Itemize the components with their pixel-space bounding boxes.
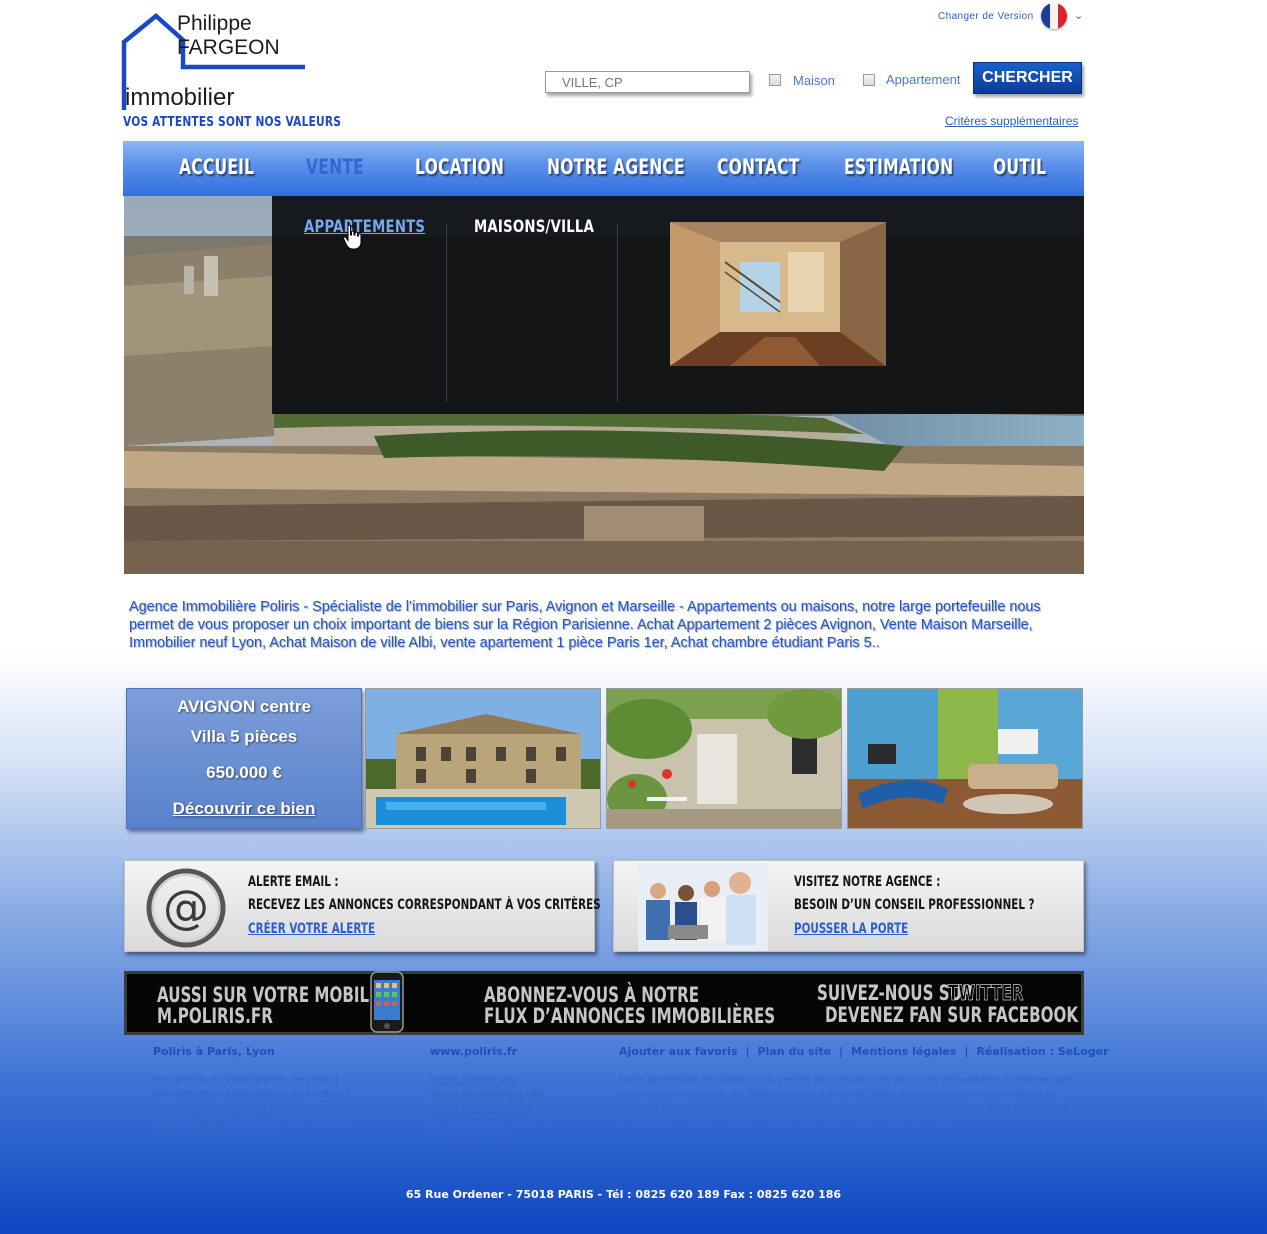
property-photo-living-room[interactable] <box>847 688 1083 829</box>
dropdown-appartements[interactable]: APPARTEMENTS <box>304 217 425 237</box>
dropdown-divider <box>446 224 447 402</box>
search-input[interactable] <box>545 71 750 93</box>
search-button[interactable]: CHERCHER <box>973 62 1082 94</box>
footer-link-line[interactable]: Nos annonces immobilières de location | <box>152 1087 355 1101</box>
footer-link-line[interactable]: Nos annonces immobilières de vente | <box>152 1073 355 1087</box>
footer-separator: | <box>745 1045 750 1058</box>
footer-utility-links: Ajouter aux favoris | Plan du site | Mention… <box>619 1045 1109 1058</box>
featured-type: Villa 5 pièces <box>190 727 298 746</box>
agency-text: BESOIN D’UN CONSEIL PROFESSIONNEL ? <box>794 897 1035 913</box>
nav-notre-agence[interactable]: NOTRE AGENCE <box>547 155 685 179</box>
change-version-link[interactable]: Changer de Version <box>938 11 1034 22</box>
logo-text-fargeon: FARGEON <box>177 36 280 59</box>
svg-text:@: @ <box>163 880 209 934</box>
nav-accueil[interactable]: ACCUEIL <box>179 155 254 179</box>
nav-vente[interactable]: VENTE <box>306 155 364 179</box>
hand-cursor-icon <box>342 224 362 250</box>
smartphone-icon <box>370 971 404 1033</box>
featured-property-card[interactable]: AVIGNON centre Villa 5 pièces 650.000 € … <box>126 688 362 829</box>
nav-contact[interactable]: CONTACT <box>717 155 800 179</box>
featured-price: 650.000 € <box>206 763 282 782</box>
footer-link-line[interactable]: Nos programmes neufs | Nos nouveautés <box>152 1101 355 1115</box>
twitter-logo-text: TWITTER <box>948 981 1024 1005</box>
chevron-down-icon[interactable]: ⌄ <box>1074 9 1083 22</box>
dropdown-divider <box>617 224 618 402</box>
criteria-link[interactable]: Critères supplémentaires <box>945 114 1078 128</box>
footer-link-achat-immobilier[interactable]: Achat immobilier ville <box>430 1101 549 1115</box>
footer-link-agence-immobiliere[interactable]: Agence immobiliere ville <box>430 1115 549 1129</box>
footer-link-vente-maison[interactable]: Vente maison ville <box>430 1073 549 1087</box>
footer-separator: | <box>964 1045 969 1058</box>
footer-separator: | <box>839 1045 844 1058</box>
footer-col2-list: Vente maison ville Vente appartement vil… <box>430 1073 549 1143</box>
featured-cta-link[interactable]: Découvrir ce bien <box>127 799 361 819</box>
dropdown-maisons-villa[interactable]: MAISONS/VILLA <box>474 217 594 237</box>
facebook-link[interactable]: DEVENEZ FAN SUR FACEBOOK <box>825 1005 1078 1026</box>
footer-link-vente-appartement[interactable]: Vente appartement ville <box>430 1087 549 1101</box>
banner-rss-line1: ABONNEZ-VOUS À NOTRE <box>484 983 700 1007</box>
featured-location: AVIGNON centre <box>177 697 311 716</box>
nav-location[interactable]: LOCATION <box>415 155 504 179</box>
footer-link-line[interactable]: Nous contacter | Nos outils <box>152 1129 355 1143</box>
footer-col1-title: Poliris à Paris, Lyon <box>153 1045 275 1058</box>
nav-estimation[interactable]: ESTIMATION <box>844 155 953 179</box>
footer-seo-text: Notre portefeuille immobilier vous perme… <box>619 1074 1074 1128</box>
business-team-photo <box>638 863 768 951</box>
banner-mobile-line1: AUSSI SUR VOTRE MOBILE <box>157 983 380 1007</box>
main-nav: ACCUEIL VENTE LOCATION NOTRE AGENCE CONT… <box>123 141 1084 196</box>
checkbox-appartement[interactable] <box>863 74 875 86</box>
footer-col2-title[interactable]: www.poliris.fr <box>430 1045 517 1058</box>
label-appartement[interactable]: Appartement <box>886 72 960 87</box>
footer-address: 65 Rue Ordener - 75018 PARIS - Tél : 082… <box>405 1188 842 1201</box>
footer-col1-list: Nos annonces immobilières de vente | Nos… <box>152 1073 355 1143</box>
nav-outil[interactable]: OUTIL <box>993 155 1046 179</box>
legal-mentions-link[interactable]: Mentions légales <box>851 1045 956 1058</box>
social-banner: AUSSI SUR VOTRE MOBILE M.POLIRIS.FR ABON… <box>124 971 1084 1035</box>
realisation-link[interactable]: Réalisation : SeLoger <box>976 1045 1108 1058</box>
site-logo[interactable]: Philippe FARGEON immobilier <box>121 12 311 112</box>
visit-agency-link[interactable]: POUSSER LA PORTE <box>794 921 908 937</box>
property-photo-villa-pool[interactable] <box>365 688 601 829</box>
footer-link-nom-agence[interactable]: Nom agence ville <box>430 1129 549 1143</box>
add-favorites-link[interactable]: Ajouter aux favoris <box>619 1045 738 1058</box>
checkbox-maison[interactable] <box>769 74 781 86</box>
label-maison[interactable]: Maison <box>793 73 835 88</box>
create-alert-link[interactable]: CRÉER VOTRE ALERTE <box>248 921 375 937</box>
email-alert-promo: @ ALERTE EMAIL : RECEVEZ LES ANNONCES CO… <box>124 860 601 952</box>
banner-mobile-line2: M.POLIRIS.FR <box>157 1004 273 1028</box>
footer-link-line[interactable]: | Notre agence UDI | Etimation gratuite … <box>152 1115 355 1129</box>
property-photo-garden-house[interactable] <box>606 688 842 829</box>
agency-title: VISITEZ NOTRE AGENCE : <box>794 874 941 890</box>
visit-agency-promo: VISITEZ NOTRE AGENCE : BESOIN D’UN CONSE… <box>613 860 1084 952</box>
at-sign-icon: @ <box>146 868 226 948</box>
sitemap-link[interactable]: Plan du site <box>758 1045 832 1058</box>
logo-text-immobilier: immobilier <box>125 84 235 111</box>
tagline: VOS ATTENTES SONT NOS VALEURS <box>123 115 342 130</box>
banner-rss-line2: FLUX D’ANNONCES IMMOBILIÈRES <box>484 1004 776 1028</box>
france-flag-icon[interactable] <box>1041 3 1067 29</box>
vente-dropdown-menu: APPARTEMENTS MAISONS/VILLA <box>272 196 1084 414</box>
alert-text: RECEVEZ LES ANNONCES CORRESPONDANT À VOS… <box>248 897 601 913</box>
agency-description: Agence Immobilière Poliris - Spécialiste… <box>129 599 1041 651</box>
alert-title: ALERTE EMAIL : <box>248 874 339 890</box>
logo-text-philippe: Philippe <box>177 12 252 35</box>
apartment-interior-photo[interactable] <box>670 222 886 366</box>
